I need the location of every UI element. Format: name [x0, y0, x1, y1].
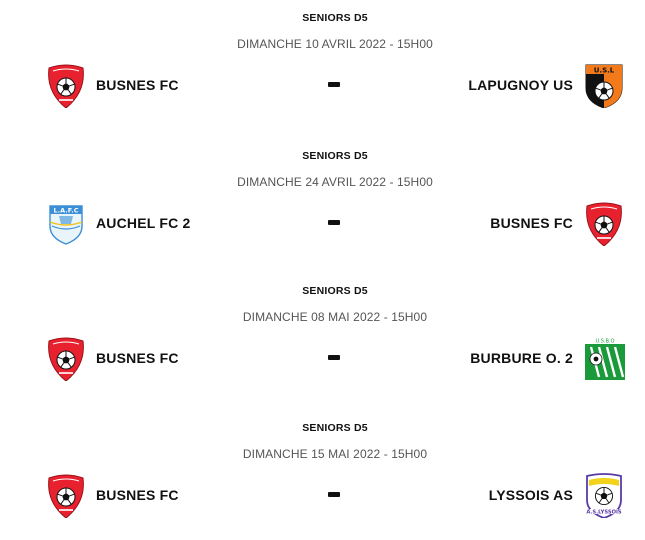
match-datetime: DIMANCHE 15 MAI 2022 - 15H00	[242, 447, 428, 461]
away-team[interactable]: BUSNES FC	[490, 200, 625, 246]
match-card: SENIORS D5 DIMANCHE 10 AVRIL 2022 - 15H0…	[0, 0, 645, 130]
match-category: SENIORS D5	[302, 422, 368, 434]
match-datetime: DIMANCHE 24 AVRIL 2022 - 15H00	[237, 175, 433, 189]
match-card: SENIORS D5 DIMANCHE 15 MAI 2022 - 15H00 …	[0, 410, 645, 540]
away-team-name: BUSNES FC	[490, 215, 573, 231]
match-category: SENIORS D5	[302, 12, 368, 24]
away-team-name: LAPUGNOY US	[468, 77, 573, 93]
match-category: SENIORS D5	[302, 150, 368, 162]
versus-separator: -	[328, 82, 340, 87]
home-team-name: BUSNES FC	[96, 77, 179, 93]
home-team[interactable]: AUCHEL FC 2	[45, 200, 191, 246]
versus-separator: -	[328, 220, 340, 225]
away-team-name: LYSSOIS AS	[488, 487, 573, 503]
home-team[interactable]: BUSNES FC	[45, 62, 179, 108]
away-team[interactable]: BURBURE O. 2	[470, 335, 625, 381]
versus-separator: -	[328, 355, 340, 360]
away-team[interactable]: LYSSOIS AS	[489, 472, 625, 518]
match-datetime: DIMANCHE 08 MAI 2022 - 15H00	[242, 310, 428, 324]
home-team-name: BUSNES FC	[96, 350, 179, 366]
home-team-name: AUCHEL FC 2	[96, 215, 191, 231]
busnes-fc-crest-icon	[583, 200, 625, 246]
match-card: SENIORS D5 DIMANCHE 08 MAI 2022 - 15H00 …	[0, 273, 645, 403]
lapugnoy-us-crest-icon	[583, 62, 625, 108]
home-team-name: BUSNES FC	[96, 487, 179, 503]
busnes-fc-crest-icon	[45, 472, 87, 518]
home-team[interactable]: BUSNES FC	[45, 335, 179, 381]
burbure-crest-icon	[583, 335, 625, 381]
match-datetime: DIMANCHE 10 AVRIL 2022 - 15H00	[237, 37, 433, 51]
away-team[interactable]: LAPUGNOY US	[468, 62, 625, 108]
lyssois-as-crest-icon	[583, 472, 625, 518]
busnes-fc-crest-icon	[45, 62, 87, 108]
match-category: SENIORS D5	[302, 285, 368, 297]
match-card: SENIORS D5 DIMANCHE 24 AVRIL 2022 - 15H0…	[0, 138, 645, 268]
away-team-name: BURBURE O. 2	[470, 350, 573, 366]
home-team[interactable]: BUSNES FC	[45, 472, 179, 518]
auchel-fc-crest-icon	[45, 200, 87, 246]
versus-separator: -	[328, 492, 340, 497]
busnes-fc-crest-icon	[45, 335, 87, 381]
